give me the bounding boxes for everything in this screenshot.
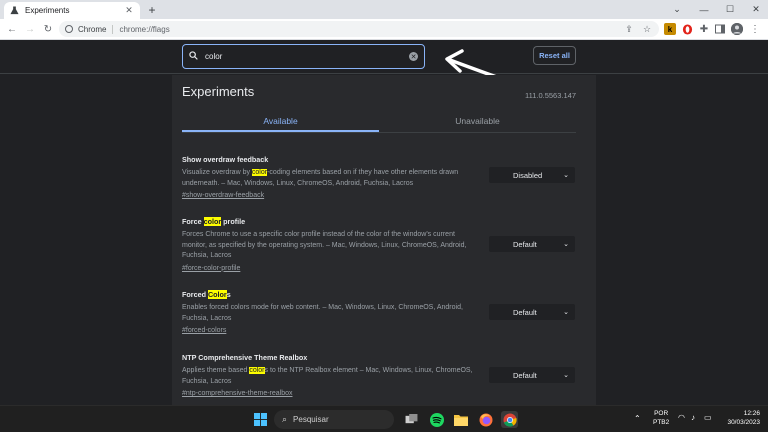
clear-search-icon[interactable]: ✕ — [409, 52, 418, 61]
chevron-down-icon: ⌄ — [563, 241, 569, 248]
tab-unavailable[interactable]: Unavailable — [379, 109, 576, 132]
clock[interactable]: 12:26 30/03/2023 — [720, 409, 760, 427]
experiment-force-color-profile: Force color profile Forces Chrome to use… — [182, 217, 582, 272]
experiment-description: Forces Chrome to use a specific color pr… — [182, 231, 467, 259]
chevron-up-icon[interactable]: ⌃ — [634, 414, 641, 423]
experiment-name: Show overdraw feedback — [182, 155, 269, 164]
experiment-select[interactable]: Default ⌄ — [489, 236, 575, 252]
chrome-icon — [65, 25, 73, 33]
version-label: 111.0.5563.147 — [524, 91, 576, 100]
url-text[interactable]: chrome://flags — [119, 25, 617, 34]
close-window-button[interactable]: ✕ — [740, 0, 768, 19]
experiment-link[interactable]: #forced-colors — [182, 327, 582, 334]
battery-icon[interactable]: ▭ — [704, 413, 712, 422]
puzzle-icon[interactable]: ✚ — [698, 23, 710, 35]
star-icon[interactable]: ☆ — [641, 24, 653, 35]
experiment-ntp-comprehensive-theme-realbox: NTP Comprehensive Theme Realbox Applies … — [182, 353, 582, 397]
search-box[interactable]: ✕ — [182, 44, 425, 69]
experiment-name: NTP Comprehensive Theme Realbox — [182, 353, 308, 362]
site-chip-label: Chrome — [78, 24, 107, 34]
experiment-select[interactable]: Disabled ⌄ — [489, 167, 575, 183]
experiment-name: Force color profile — [182, 217, 246, 226]
experiment-link[interactable]: #force-color-profile — [182, 265, 582, 272]
experiments-panel: Experiments 111.0.5563.147 Available Una… — [172, 75, 596, 405]
tab-close-icon[interactable]: ✕ — [124, 5, 134, 16]
input-language[interactable]: POR PTB2 — [653, 409, 669, 427]
browser-toolbar: ← → ↻ Chrome chrome://flags ⇪ ☆ k ✚ ⋮ — [0, 19, 768, 40]
select-value: Default — [513, 307, 537, 317]
browser-tab-experiments[interactable]: Experiments ✕ — [4, 2, 140, 19]
back-button[interactable]: ← — [5, 22, 19, 36]
experiment-description: Visualize overdraw by color-coding eleme… — [182, 169, 459, 187]
volume-icon[interactable]: ♪ — [691, 413, 695, 422]
search-highlight: color — [203, 217, 222, 226]
experiment-select[interactable]: Default ⌄ — [489, 367, 575, 383]
page-title: Experiments — [182, 84, 255, 99]
wifi-icon[interactable]: ◠ — [678, 413, 685, 422]
experiment-description: Applies theme based colors to the NTP Re… — [182, 367, 473, 385]
select-value: Disabled — [513, 170, 543, 180]
chevron-down-icon: ⌄ — [563, 172, 569, 179]
tab-title: Experiments — [25, 6, 70, 15]
firefox-icon[interactable] — [477, 411, 494, 428]
experiment-select[interactable]: Default ⌄ — [489, 304, 575, 320]
new-tab-button[interactable]: + — [145, 3, 159, 17]
site-info-chip[interactable]: Chrome — [65, 24, 114, 34]
address-bar[interactable]: Chrome chrome://flags ⇪ ☆ — [59, 21, 659, 37]
forward-button[interactable]: → — [23, 22, 37, 36]
search-highlight: color — [251, 169, 268, 176]
experiment-link[interactable]: #ntp-comprehensive-theme-realbox — [182, 390, 582, 397]
search-input[interactable] — [201, 52, 409, 61]
search-icon: ⌕ — [282, 414, 288, 424]
flask-icon — [10, 6, 19, 15]
reload-button[interactable]: ↻ — [41, 22, 55, 36]
spotify-icon[interactable] — [428, 411, 445, 428]
search-highlight: color — [249, 367, 265, 374]
chevron-down-icon: ⌄ — [563, 309, 569, 316]
tab-available[interactable]: Available — [182, 109, 379, 132]
search-highlight: Color — [207, 290, 227, 299]
taskbar-search[interactable]: ⌕ Pesquisar — [274, 410, 394, 429]
chrome-icon[interactable] — [501, 411, 518, 428]
experiment-name: Forced Colors — [182, 290, 231, 299]
avatar[interactable] — [731, 23, 743, 35]
windows-taskbar: ⌕ Pesquisar ⌃ POR PTB2 ◠ ♪ ▭ 12:26 30/03… — [0, 405, 768, 432]
menu-icon[interactable]: ⋮ — [749, 23, 761, 35]
sidepanel-icon[interactable] — [714, 23, 726, 35]
chevron-down-icon: ⌄ — [563, 372, 569, 379]
tabs: Available Unavailable — [182, 109, 576, 133]
file-explorer-icon[interactable] — [452, 411, 469, 428]
experiment-description: Enables forced colors mode for web conte… — [182, 304, 463, 322]
experiment-link[interactable]: #show-overdraw-feedback — [182, 192, 582, 199]
opera-extension-icon[interactable] — [681, 23, 693, 35]
flags-header: ✕ Reset all — [0, 40, 768, 74]
experiment-forced-colors: Forced Colors Enables forced colors mode… — [182, 290, 582, 334]
search-icon — [189, 50, 201, 63]
task-view-icon[interactable] — [403, 411, 420, 428]
experiment-show-overdraw-feedback: Show overdraw feedback Visualize overdra… — [182, 155, 582, 199]
taskbar-search-placeholder: Pesquisar — [293, 415, 329, 424]
windows-start-icon[interactable] — [252, 411, 269, 428]
share-icon[interactable]: ⇪ — [623, 24, 635, 35]
select-value: Default — [513, 239, 537, 249]
select-value: Default — [513, 370, 537, 380]
k-extension-icon[interactable]: k — [664, 23, 676, 35]
tab-strip: Experiments ✕ + ⌄ — ☐ ✕ — [0, 0, 768, 19]
